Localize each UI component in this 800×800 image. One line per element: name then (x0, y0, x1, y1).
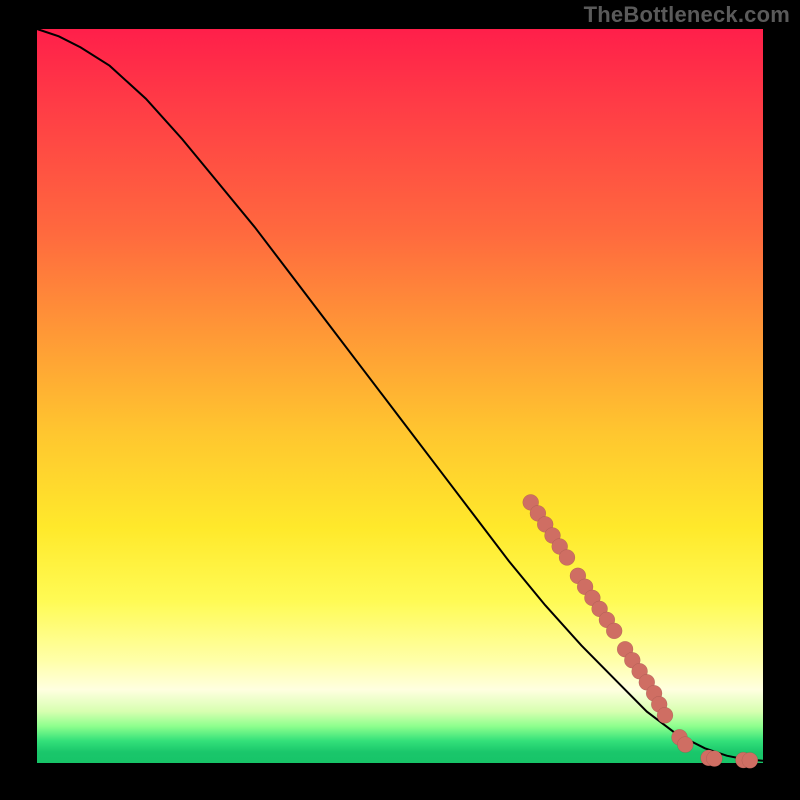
watermark-text: TheBottleneck.com (584, 2, 790, 28)
data-point (657, 707, 673, 723)
data-point (559, 550, 575, 566)
data-point (706, 751, 722, 767)
chart-svg (37, 29, 763, 763)
data-point (606, 623, 622, 639)
bottleneck-curve (37, 29, 763, 761)
data-points (523, 494, 758, 768)
data-point (742, 752, 758, 768)
data-point (677, 737, 693, 753)
plot-area (37, 29, 763, 763)
chart-frame: TheBottleneck.com (0, 0, 800, 800)
